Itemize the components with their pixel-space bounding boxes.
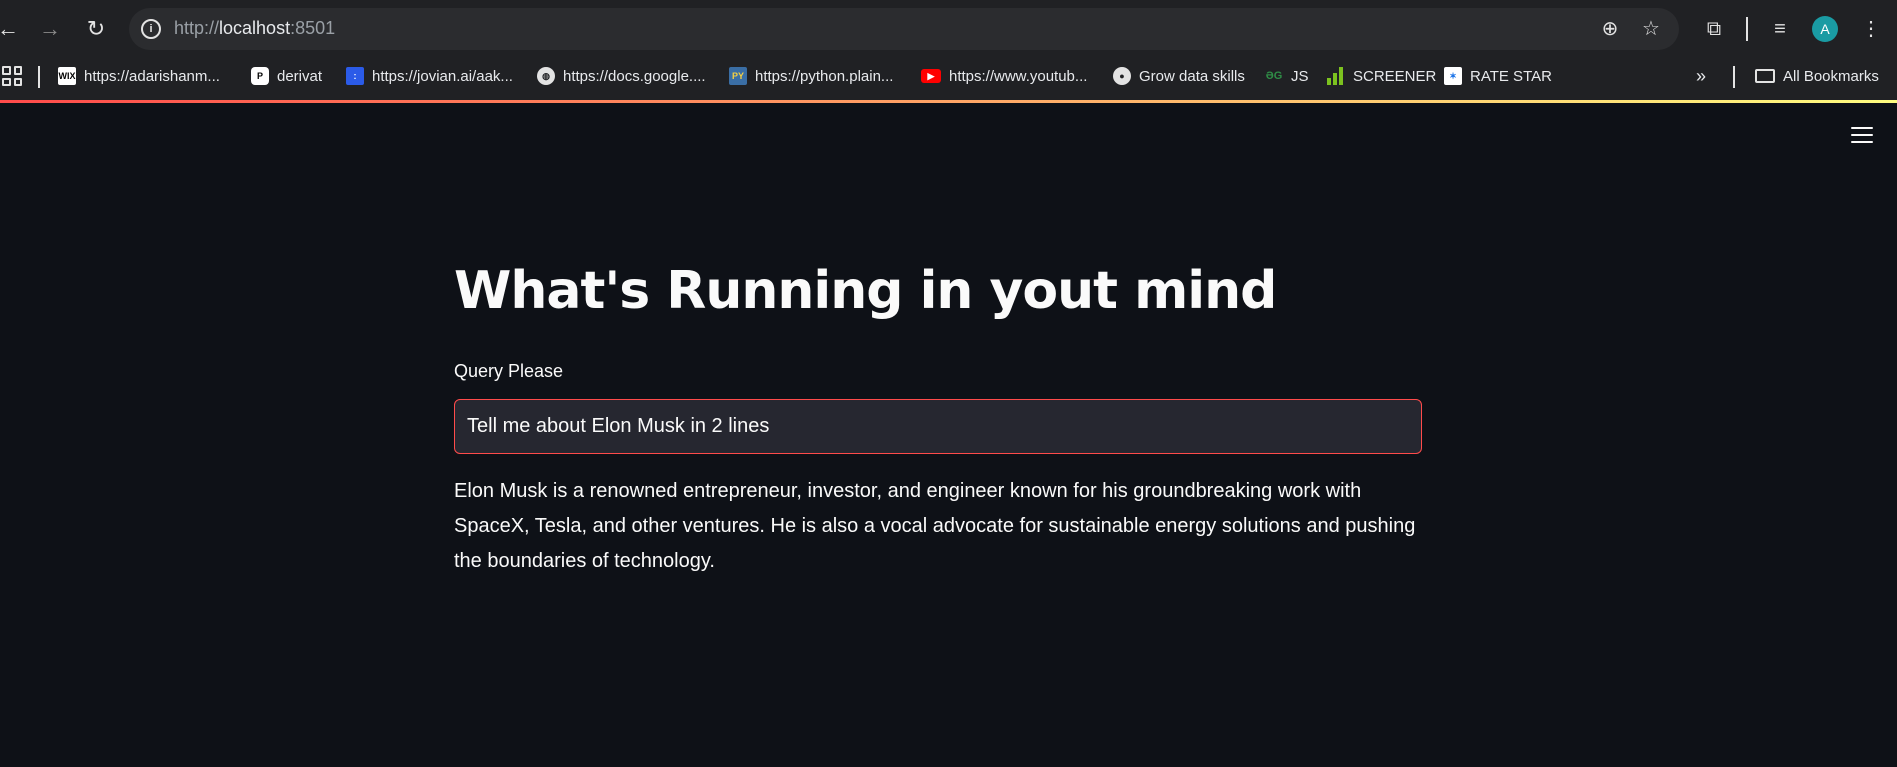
bookmark-item[interactable]: ▶ https://www.youtub... <box>921 64 1087 88</box>
python-icon: PY <box>729 67 747 85</box>
apps-grid-icon[interactable] <box>2 66 22 86</box>
media-control-icon[interactable]: ≡ <box>1765 14 1795 44</box>
answer-text: Elon Musk is a renowned entrepreneur, in… <box>454 480 1416 572</box>
more-bookmarks-chevron-icon[interactable]: » <box>1696 64 1706 88</box>
zoom-icon[interactable]: ⊕ <box>1597 16 1623 42</box>
page-title: What's Running in yout mind <box>454 261 1277 321</box>
toolbar-divider <box>1746 17 1748 41</box>
bookmark-label: RATE STAR <box>1470 67 1552 85</box>
hamburger-menu-icon[interactable] <box>1851 127 1873 143</box>
all-bookmarks-button[interactable]: All Bookmarks <box>1755 64 1879 88</box>
bookmark-item[interactable]: ƏG JS <box>1265 64 1309 88</box>
site-info-icon[interactable]: i <box>141 19 161 39</box>
wix-icon: WIX <box>58 67 76 85</box>
url-text[interactable]: http://localhost:8501 <box>174 18 335 39</box>
bookmark-label: derivat <box>277 67 323 85</box>
bookmark-item[interactable]: ● Grow data skills <box>1113 64 1245 88</box>
bar-chart-icon <box>1327 67 1345 85</box>
all-bookmarks-label: All Bookmarks <box>1783 67 1879 85</box>
back-arrow-icon[interactable]: ← <box>0 13 24 45</box>
bookmark-label: SCREENER <box>1353 67 1437 85</box>
profile-avatar[interactable]: A <box>1812 16 1838 42</box>
globe-icon: ◍ <box>537 67 555 85</box>
url-scheme: http:// <box>174 18 220 38</box>
bookmark-item[interactable]: ✶ RATE STAR <box>1444 64 1552 88</box>
forward-arrow-icon[interactable]: → <box>34 13 66 45</box>
bookmark-item[interactable]: SCREENER <box>1327 64 1436 88</box>
bookmarks-divider <box>1733 66 1735 88</box>
bookmark-item[interactable]: : https://jovian.ai/aak... <box>346 64 513 88</box>
bookmark-item[interactable]: P derivat <box>251 64 322 88</box>
bookmark-label: Grow data skills <box>1139 67 1245 85</box>
address-bar[interactable]: i http://localhost:8501 ⊕ ☆ <box>129 8 1679 50</box>
browser-toolbar: ← → ↻ i http://localhost:8501 ⊕ ☆ ⧉ ≡ A … <box>0 0 1897 58</box>
bookmark-item[interactable]: WIX https://adarishanm... <box>58 64 220 88</box>
bookmark-label: https://jovian.ai/aak... <box>372 67 513 85</box>
jovian-icon: : <box>346 67 364 85</box>
bookmark-item[interactable]: ◍ https://docs.google.... <box>537 64 706 88</box>
derivat-icon: P <box>251 67 269 85</box>
query-label: Query Please <box>454 361 564 381</box>
bookmark-label: https://www.youtub... <box>949 67 1088 85</box>
bookmark-label: https://docs.google.... <box>563 67 706 85</box>
ratestar-icon: ✶ <box>1444 67 1462 85</box>
reload-icon[interactable]: ↻ <box>80 13 112 45</box>
more-menu-icon[interactable]: ⋮ <box>1856 14 1886 44</box>
gfg-icon: ƏG <box>1265 70 1283 82</box>
app-container: What's Running in yout mind Query Please… <box>0 103 1897 767</box>
github-icon: ● <box>1113 67 1131 85</box>
bookmarks-divider <box>38 66 40 88</box>
folder-icon <box>1755 69 1775 83</box>
bookmark-label: https://adarishanm... <box>84 67 220 85</box>
url-host: localhost <box>219 18 291 38</box>
bookmark-label: JS <box>1291 67 1309 85</box>
query-input[interactable] <box>454 399 1422 454</box>
url-port: :8501 <box>290 18 336 38</box>
bookmark-label: https://python.plain... <box>755 67 894 85</box>
extensions-icon[interactable]: ⧉ <box>1699 14 1729 44</box>
bookmark-item[interactable]: PY https://python.plain... <box>729 64 893 88</box>
youtube-icon: ▶ <box>921 69 941 83</box>
bookmark-star-icon[interactable]: ☆ <box>1638 16 1664 42</box>
